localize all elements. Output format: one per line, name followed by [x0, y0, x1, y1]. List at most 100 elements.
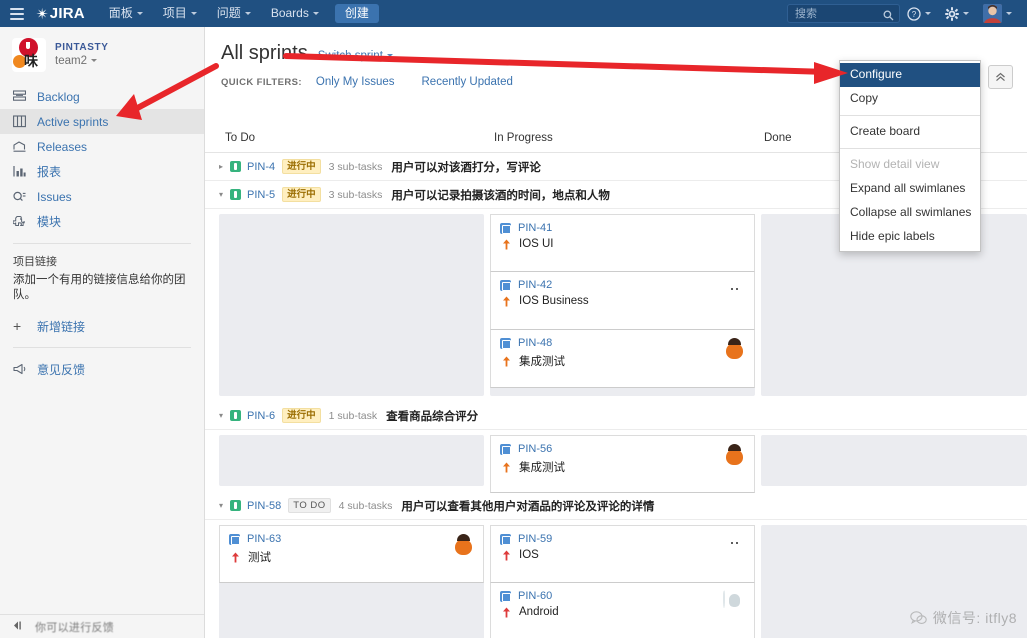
issue-card-key[interactable]: PIN-59 [518, 533, 552, 545]
nav-item-boards-cn[interactable]: 面板 [99, 0, 153, 27]
issue-card[interactable]: PIN-63 测试 [219, 525, 484, 583]
quick-filter-only-my-issues[interactable]: Only My Issues [316, 76, 395, 88]
issue-card[interactable]: PIN-56 集成测试 [490, 435, 755, 493]
issue-card[interactable]: PIN-59 IOS [490, 525, 755, 583]
swimlane-header-pin-6[interactable]: ▾ PIN-6 进行中 1 sub-task 查看商品综合评分 [205, 402, 1027, 430]
menu-item-hide-epic-labels[interactable]: Hide epic labels [840, 225, 980, 249]
swimlane-issue-key[interactable]: PIN-4 [247, 161, 275, 173]
sidebar-item-active-sprints[interactable]: Active sprints [0, 109, 204, 134]
project-header[interactable]: 味 PINTASTY team2 [0, 27, 204, 81]
project-logo-text: 味 [24, 54, 38, 68]
lane-column-todo[interactable] [219, 214, 484, 396]
nav-label: 项目 [163, 6, 187, 20]
quick-filters-label: QUICK FILTERS: [221, 77, 302, 88]
lane-column-inprogress[interactable]: PIN-56 集成测试 [490, 435, 755, 486]
nav-item-boards[interactable]: Boards [261, 0, 329, 27]
issue-card[interactable]: PIN-41 IOS UI [490, 214, 755, 272]
nav-item-projects-cn[interactable]: 项目 [153, 0, 207, 27]
chevron-down-icon [191, 12, 197, 15]
feedback-button[interactable]: 意见反馈 [0, 357, 204, 381]
chevron-down-icon[interactable]: ▾ [219, 190, 230, 199]
issue-card-key[interactable]: PIN-41 [518, 222, 552, 234]
project-team-switcher[interactable]: team2 [55, 54, 109, 69]
lane-column-inprogress[interactable]: PIN-41 IOS UI PIN-42 IOS Business [490, 214, 755, 396]
megaphone-icon [13, 363, 37, 375]
assignee-avatar[interactable] [723, 590, 746, 613]
collapse-header-button[interactable] [988, 65, 1013, 89]
swimlane-summary: 用户可以记录拍摄该酒的时间，地点和人物 [391, 187, 610, 203]
nav-item-issues-cn[interactable]: 问题 [207, 0, 261, 27]
issue-card-key[interactable]: PIN-48 [518, 337, 552, 349]
hamburger-icon[interactable] [0, 0, 34, 27]
quick-filter-recently-updated[interactable]: Recently Updated [422, 76, 513, 88]
assignee-avatar[interactable] [723, 443, 746, 466]
assignee-avatar[interactable] [723, 222, 746, 245]
sidebar-item-components[interactable]: 模块 [0, 209, 204, 234]
search-box[interactable] [787, 4, 900, 23]
lane-column-todo[interactable] [219, 435, 484, 486]
sidebar-item-issues[interactable]: Issues [0, 184, 204, 209]
chevron-down-icon[interactable]: ▾ [219, 411, 230, 420]
add-link-button[interactable]: + 新增链接 [0, 314, 204, 338]
subtask-count: 3 sub-tasks [329, 161, 383, 173]
sidebar-bottom-label: 你可以进行反馈 [35, 619, 114, 635]
menu-item-expand-all-swimlanes[interactable]: Expand all swimlanes [840, 177, 980, 201]
issue-card-key[interactable]: PIN-60 [518, 590, 552, 602]
priority-up-icon [501, 550, 512, 561]
sidebar-item-releases[interactable]: Releases [0, 134, 204, 159]
swimlane-issue-key[interactable]: PIN-6 [247, 410, 275, 422]
swimlane-issue-key[interactable]: PIN-5 [247, 189, 275, 201]
assignee-avatar[interactable] [723, 337, 746, 360]
components-icon [13, 215, 37, 228]
assignee-avatar[interactable] [723, 533, 746, 556]
menu-divider [840, 115, 980, 116]
user-avatar[interactable] [976, 0, 1019, 27]
lane-column-done[interactable] [761, 435, 1027, 486]
subtask-type-icon [229, 534, 240, 545]
menu-item-copy[interactable]: Copy [840, 87, 980, 111]
issue-card-key[interactable]: PIN-42 [518, 279, 552, 291]
page-title: All sprints [221, 41, 308, 65]
menu-item-configure[interactable]: Configure [840, 63, 980, 87]
top-nav-right-group: ? [787, 0, 1027, 27]
sidebar-item-reports[interactable]: 报表 [0, 159, 204, 184]
subtask-type-icon [500, 338, 511, 349]
avatar-image [983, 4, 1002, 23]
issue-card[interactable]: PIN-42 IOS Business [490, 272, 755, 330]
sidebar-item-backlog[interactable]: Backlog [0, 84, 204, 109]
sidebar-bottom-bar[interactable]: 你可以进行反馈 [0, 614, 204, 638]
create-button[interactable]: 创建 [335, 4, 379, 23]
lane-column-todo[interactable]: PIN-63 测试 [219, 525, 484, 638]
jira-mark-icon: ✴ [36, 5, 49, 23]
help-circle-icon[interactable]: ? [900, 0, 938, 27]
assignee-avatar[interactable] [723, 279, 746, 302]
subtask-count: 4 sub-tasks [339, 500, 393, 512]
issue-card-summary: IOS [519, 549, 539, 561]
lane-column-done[interactable] [761, 525, 1027, 638]
menu-item-create-board[interactable]: Create board [840, 120, 980, 144]
sidebar-item-label: 报表 [37, 163, 61, 180]
add-link-label: 新增链接 [37, 318, 85, 335]
subtask-count: 3 sub-tasks [329, 189, 383, 201]
lane-column-inprogress[interactable]: PIN-59 IOS PIN-60 Android [490, 525, 755, 638]
issue-card-key[interactable]: PIN-63 [247, 533, 281, 545]
switch-sprint-dropdown[interactable]: Switch sprint [318, 50, 393, 62]
chevron-down-icon[interactable]: ▾ [219, 501, 230, 510]
project-links-description: 添加一个有用的链接信息给你的团队。 [0, 271, 204, 303]
issue-card-summary: IOS UI [519, 238, 554, 250]
jira-logo[interactable]: ✴JIRA [34, 5, 85, 23]
sidebar-divider-2 [13, 347, 191, 348]
menu-item-collapse-all-swimlanes[interactable]: Collapse all swimlanes [840, 201, 980, 225]
issue-card[interactable]: PIN-48 集成测试 [490, 330, 755, 388]
priority-up-icon [230, 552, 241, 563]
issue-card-key[interactable]: PIN-56 [518, 443, 552, 455]
chevron-right-icon[interactable]: ▸ [219, 162, 230, 171]
swimlane-issue-key[interactable]: PIN-58 [247, 500, 281, 512]
issue-card[interactable]: PIN-60 Android [490, 583, 755, 638]
issue-card-summary: 集成测试 [519, 353, 565, 369]
swimlane-header-pin-58[interactable]: ▾ PIN-58 TO DO 4 sub-tasks 用户可以查看其他用户对酒品… [205, 492, 1027, 520]
assignee-avatar[interactable] [452, 533, 475, 556]
gear-icon[interactable] [938, 0, 976, 27]
project-name: PINTASTY [55, 41, 109, 54]
sidebar-item-label: 模块 [37, 213, 61, 230]
